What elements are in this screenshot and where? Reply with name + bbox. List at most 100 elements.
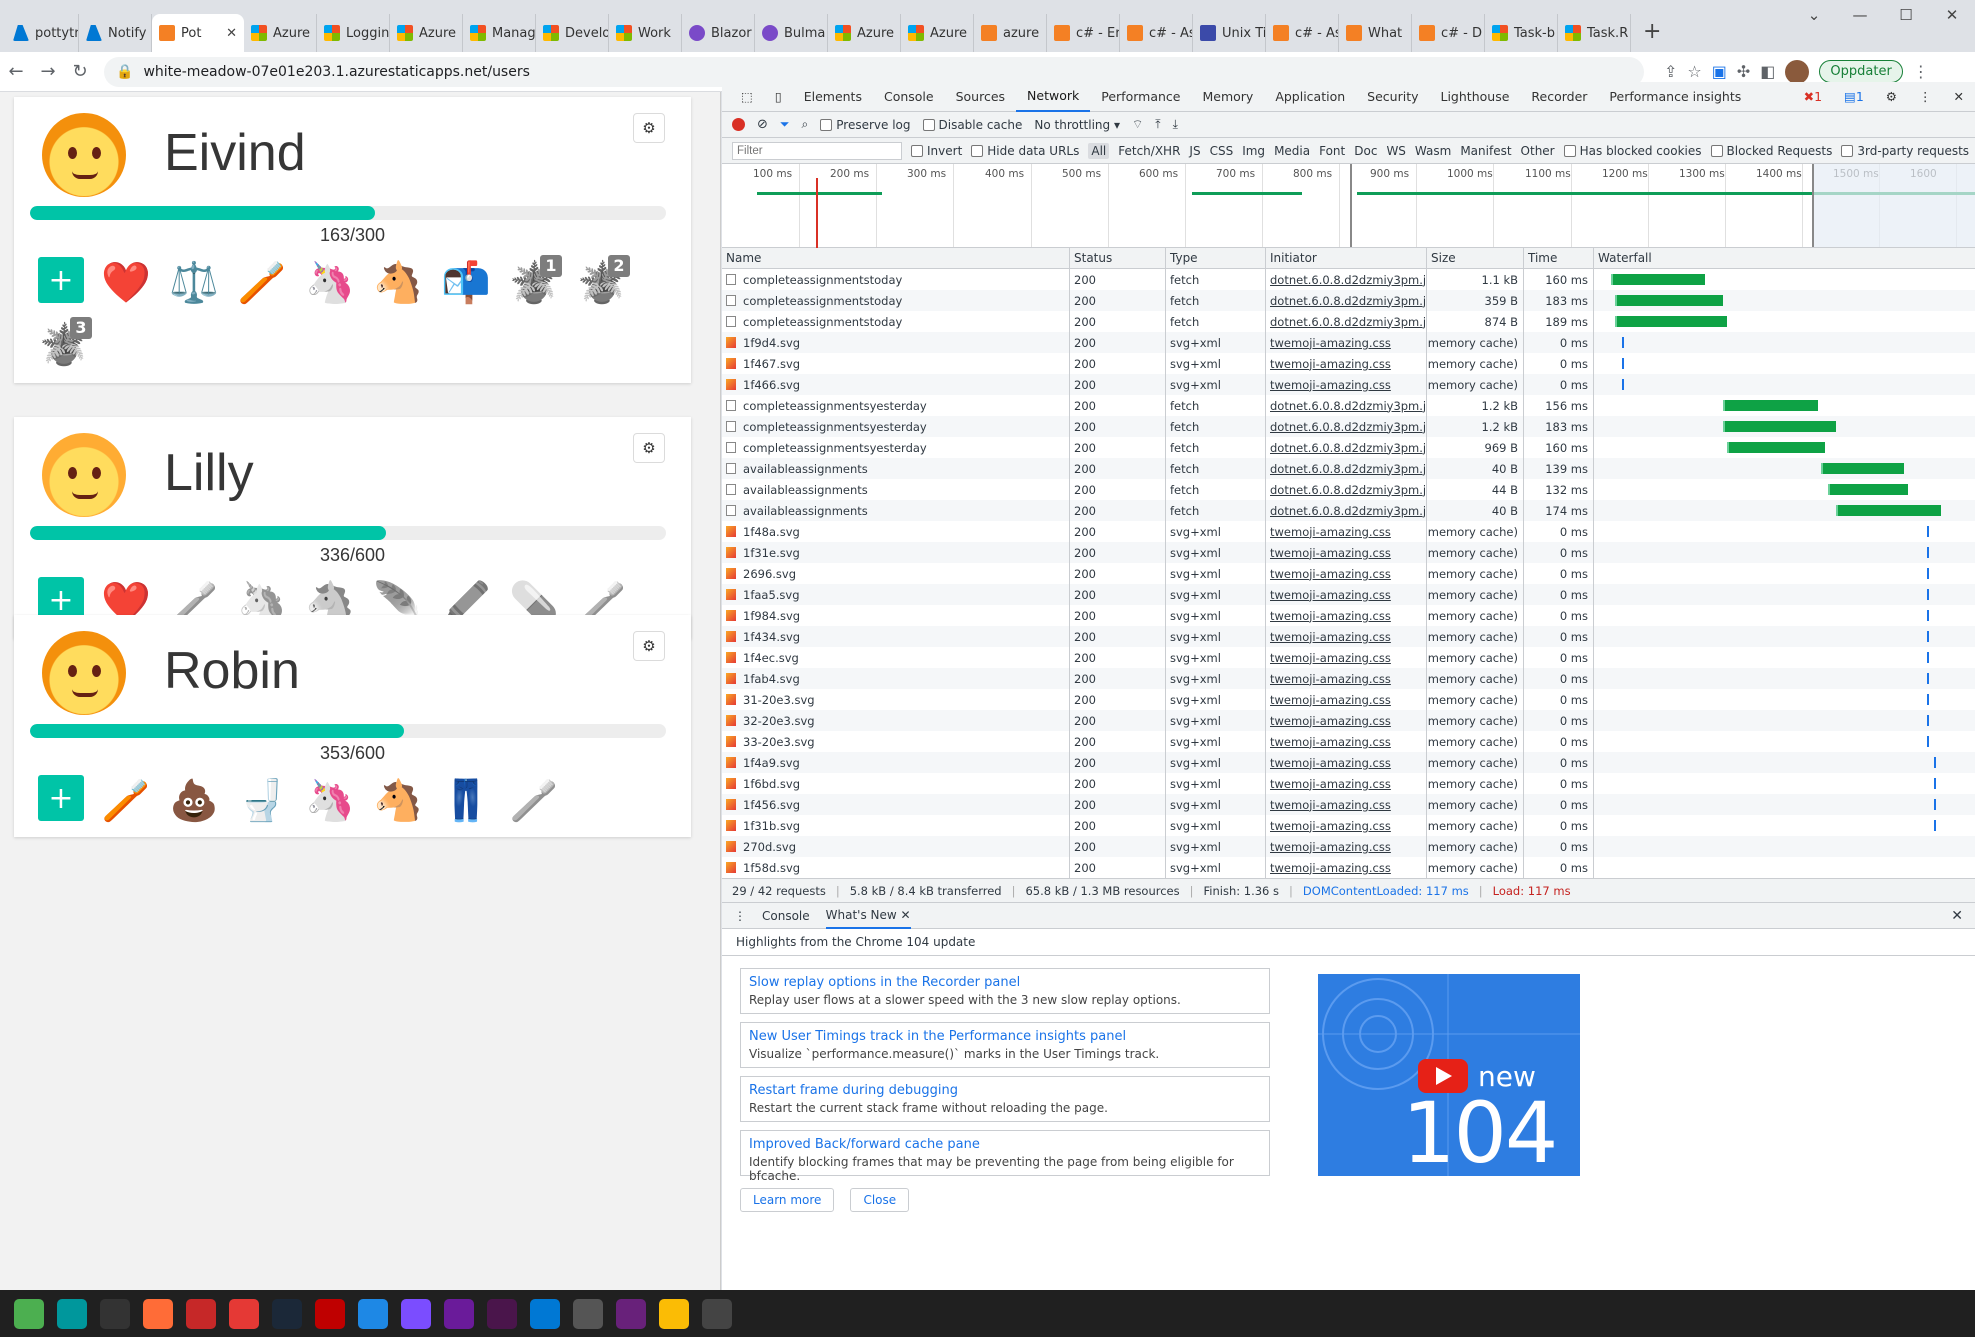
browser-tab[interactable]: azure xyxy=(974,14,1047,52)
initiator-link[interactable]: twemoji-amazing.css xyxy=(1266,647,1427,668)
filter-type-all[interactable]: All xyxy=(1088,142,1110,159)
add-assignment-button[interactable]: + xyxy=(38,775,84,821)
wifi-icon[interactable]: ⌔ xyxy=(1132,117,1143,132)
initiator-link[interactable]: dotnet.6.0.8.d2dzmiy3pm.j... xyxy=(1266,269,1427,290)
side-panel-icon[interactable]: ◧ xyxy=(1760,62,1775,81)
menu-dots-icon[interactable]: ⋮ xyxy=(1913,62,1929,81)
table-row[interactable]: 1f48a.svg 200 svg+xml twemoji-amazing.css (m… xyxy=(722,521,1975,542)
initiator-link[interactable]: twemoji-amazing.css xyxy=(1266,773,1427,794)
column-header-time[interactable]: Time xyxy=(1524,248,1594,268)
browser-tab[interactable]: c# - Er xyxy=(1047,14,1120,52)
jeans-icon[interactable]: 👖 xyxy=(440,775,492,827)
maximize-icon[interactable]: ☐ xyxy=(1883,0,1929,30)
browser-tab[interactable]: c# - As xyxy=(1266,14,1339,52)
unicorn-icon[interactable]: 🦄 xyxy=(304,257,356,309)
browser-tab[interactable]: What xyxy=(1339,14,1412,52)
minimize-icon[interactable]: — xyxy=(1837,0,1883,30)
table-row[interactable]: completeassignmentsyesterday 200 fetch dotn… xyxy=(722,395,1975,416)
potty-1-icon[interactable]: 🪴 1 xyxy=(508,255,562,309)
feature-link[interactable]: New User Timings track in the Performanc… xyxy=(749,1029,1261,1044)
initiator-link[interactable]: twemoji-amazing.css xyxy=(1266,731,1427,752)
table-row[interactable]: 1faa5.svg 200 svg+xml twemoji-amazing.css (m… xyxy=(722,584,1975,605)
has-blocked-cookies-checkbox[interactable]: Has blocked cookies xyxy=(1563,144,1702,158)
update-button[interactable]: Oppdater xyxy=(1819,60,1903,83)
browser-tab[interactable]: Azure xyxy=(390,14,463,52)
table-row[interactable]: completeassignmentsyesterday 200 fetch dotn… xyxy=(722,437,1975,458)
horse-icon[interactable]: 🐴 xyxy=(372,257,424,309)
filter-type-wasm[interactable]: Wasm xyxy=(1415,144,1451,158)
devtools-tab-sources[interactable]: Sources xyxy=(945,82,1016,112)
filter-type-ws[interactable]: WS xyxy=(1386,144,1405,158)
initiator-link[interactable]: twemoji-amazing.css xyxy=(1266,542,1427,563)
dropdown-icon[interactable]: ⌄ xyxy=(1791,0,1837,30)
filter-type-fetchxhr[interactable]: Fetch/XHR xyxy=(1118,144,1180,158)
user-settings-button[interactable]: ⚙ xyxy=(633,113,665,143)
filter-type-media[interactable]: Media xyxy=(1274,144,1310,158)
add-assignment-button[interactable]: + xyxy=(38,257,84,303)
filter-type-other[interactable]: Other xyxy=(1521,144,1555,158)
arduino-icon[interactable] xyxy=(57,1298,87,1329)
initiator-link[interactable]: twemoji-amazing.css xyxy=(1266,815,1427,836)
devtools-tab-performance-insights[interactable]: Performance insights xyxy=(1598,82,1752,112)
close-window-icon[interactable]: ✕ xyxy=(1929,0,1975,30)
table-row[interactable]: 1f58d.svg 200 svg+xml twemoji-amazing.css (m… xyxy=(722,857,1975,878)
mailbox-icon[interactable]: 📬 xyxy=(440,257,492,309)
user-settings-button[interactable]: ⚙ xyxy=(633,433,665,463)
browser-tab[interactable]: Azure xyxy=(828,14,901,52)
postman-icon[interactable] xyxy=(143,1298,173,1329)
initiator-link[interactable]: twemoji-amazing.css xyxy=(1266,563,1427,584)
filezilla-icon[interactable] xyxy=(315,1298,345,1329)
initiator-link[interactable]: twemoji-amazing.css xyxy=(1266,332,1427,353)
feature-link[interactable]: Restart frame during debugging xyxy=(749,1083,1261,1098)
browser-tab[interactable]: c# - As xyxy=(1120,14,1193,52)
new-tab-icon[interactable]: + xyxy=(1631,19,1673,52)
red-bird-icon[interactable] xyxy=(186,1298,216,1329)
initiator-link[interactable]: dotnet.6.0.8.d2dzmiy3pm.j... xyxy=(1266,479,1427,500)
table-row[interactable]: 1f467.svg 200 svg+xml twemoji-amazing.css (m… xyxy=(722,353,1975,374)
column-header-size[interactable]: Size xyxy=(1427,248,1524,268)
initiator-link[interactable]: twemoji-amazing.css xyxy=(1266,584,1427,605)
export-icon[interactable]: ⤓ xyxy=(1173,117,1178,132)
table-row[interactable]: 1fab4.svg 200 svg+xml twemoji-amazing.css (m… xyxy=(722,668,1975,689)
devtools-tab-network[interactable]: Network xyxy=(1016,82,1091,112)
chrome-104-video-thumbnail[interactable]: new 104 xyxy=(1318,974,1580,1176)
browser-tab[interactable]: Manag xyxy=(463,14,536,52)
browser-tab[interactable]: pottytr xyxy=(6,14,79,52)
device-toggle-icon[interactable]: ▯ xyxy=(764,82,793,112)
filter-icon[interactable]: ⏷ xyxy=(780,117,790,132)
filter-type-js[interactable]: JS xyxy=(1189,144,1200,158)
initiator-link[interactable]: twemoji-amazing.css xyxy=(1266,521,1427,542)
devtools-tab-application[interactable]: Application xyxy=(1264,82,1356,112)
horse-icon[interactable]: 🐴 xyxy=(372,775,424,827)
active-app-icon[interactable] xyxy=(702,1298,732,1329)
initiator-link[interactable]: twemoji-amazing.css xyxy=(1266,668,1427,689)
third-party-requests-checkbox[interactable]: 3rd-party requests xyxy=(1841,144,1969,158)
browser-tab[interactable]: Develo xyxy=(536,14,609,52)
table-row[interactable]: 1f31e.svg 200 svg+xml twemoji-amazing.css (m… xyxy=(722,542,1975,563)
browser-tab[interactable]: Task.R xyxy=(1558,14,1631,52)
search-icon[interactable]: ⌕ xyxy=(802,117,809,132)
heart-sun-icon[interactable]: ❤️ xyxy=(100,257,152,309)
initiator-link[interactable]: twemoji-amazing.css xyxy=(1266,626,1427,647)
puzzle-icon[interactable]: ✣ xyxy=(1737,62,1750,81)
initiator-link[interactable]: dotnet.6.0.8.d2dzmiy3pm.j... xyxy=(1266,458,1427,479)
table-row[interactable]: 1f456.svg 200 svg+xml twemoji-amazing.css (m… xyxy=(722,794,1975,815)
table-row[interactable]: availableassignments 200 fetch dotnet.6.0.8… xyxy=(722,500,1975,521)
browser-tab[interactable]: Unix Ti xyxy=(1193,14,1266,52)
table-row[interactable]: completeassignmentstoday 200 fetch dotnet.6… xyxy=(722,311,1975,332)
more-options-icon[interactable]: ⋮ xyxy=(1908,82,1943,112)
close-tab-icon[interactable]: ✕ xyxy=(901,908,911,922)
table-row[interactable]: 1f434.svg 200 svg+xml twemoji-amazing.css (m… xyxy=(722,626,1975,647)
poop-icon[interactable]: 💩 xyxy=(168,775,220,827)
potty-2-icon[interactable]: 🪴 2 xyxy=(576,255,630,309)
table-row[interactable]: 1f6bd.svg 200 svg+xml twemoji-amazing.css (m… xyxy=(722,773,1975,794)
column-header-waterfall[interactable]: Waterfall xyxy=(1594,248,1964,268)
table-row[interactable]: 1f31b.svg 200 svg+xml twemoji-amazing.css (m… xyxy=(722,815,1975,836)
extension-icon[interactable]: ▣ xyxy=(1712,62,1727,81)
learn-more-button[interactable]: Learn more xyxy=(740,1188,835,1212)
close-whats-new-button[interactable]: Close xyxy=(850,1188,910,1212)
toilet-icon[interactable]: 🚽 xyxy=(236,775,288,827)
preserve-log-checkbox[interactable]: Preserve log xyxy=(820,118,911,132)
toothbrush-icon[interactable]: 🪥 xyxy=(236,257,288,309)
table-row[interactable]: completeassignmentstoday 200 fetch dotnet.6… xyxy=(722,269,1975,290)
